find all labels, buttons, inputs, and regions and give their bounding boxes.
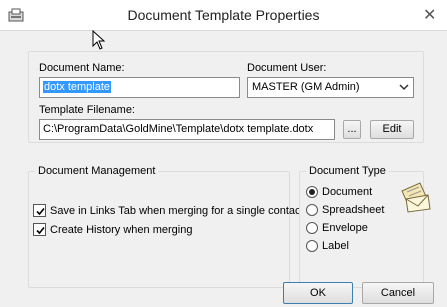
properties-group: Document Name: dotx template Document Us…	[28, 51, 424, 143]
document-name-value: dotx template	[43, 81, 112, 93]
save-in-links-checkbox-row[interactable]: Save in Links Tab when merging for a sin…	[33, 204, 304, 217]
save-in-links-label: Save in Links Tab when merging for a sin…	[50, 204, 304, 217]
letter-envelope-icon	[401, 182, 431, 213]
template-filename-label: Template Filename:	[39, 104, 135, 116]
radio-document-label: Document	[322, 186, 373, 198]
window-title: Document Template Properties	[127, 7, 320, 23]
cancel-button[interactable]: Cancel	[362, 282, 434, 304]
radio-envelope[interactable]	[306, 222, 318, 234]
create-history-checkbox[interactable]	[33, 223, 46, 236]
browse-button[interactable]: ...	[343, 120, 361, 139]
document-management-group: Document Management Save in Links Tab wh…	[28, 165, 304, 288]
radio-spreadsheet-row[interactable]: Spreadsheet	[306, 204, 384, 216]
mouse-cursor-icon	[92, 30, 106, 50]
document-user-dropdown[interactable]: MASTER (GM Admin)	[247, 77, 414, 98]
radio-label[interactable]	[306, 240, 318, 252]
template-filename-input[interactable]: C:\ProgramData\GoldMine\Template\dotx te…	[39, 119, 335, 140]
radio-document[interactable]	[306, 186, 318, 198]
dialog-body: Document Name: dotx template Document Us…	[0, 30, 447, 307]
title-bar: Document Template Properties ✕	[0, 0, 447, 30]
radio-document-row[interactable]: Document	[306, 186, 372, 198]
radio-label-row[interactable]: Label	[306, 240, 349, 252]
radio-spreadsheet[interactable]	[306, 204, 318, 216]
create-history-checkbox-row[interactable]: Create History when merging	[33, 223, 192, 236]
radio-envelope-label: Envelope	[322, 222, 368, 234]
document-management-title: Document Management	[35, 165, 159, 177]
document-user-value: MASTER (GM Admin)	[252, 81, 360, 93]
ok-button[interactable]: OK	[283, 282, 353, 304]
create-history-label: Create History when merging	[50, 223, 193, 236]
radio-envelope-row[interactable]: Envelope	[306, 222, 368, 234]
radio-spreadsheet-label: Spreadsheet	[322, 204, 385, 216]
close-button[interactable]: ✕	[410, 0, 447, 28]
radio-label-label: Label	[322, 240, 349, 252]
checkmark-icon	[36, 226, 45, 235]
document-name-label: Document Name:	[39, 62, 125, 74]
close-icon: ✕	[423, 7, 437, 24]
checkmark-icon	[36, 207, 45, 216]
save-in-links-checkbox[interactable]	[33, 204, 46, 217]
chevron-down-icon	[399, 84, 409, 91]
edit-button[interactable]: Edit	[370, 120, 414, 139]
document-type-title: Document Type	[306, 165, 389, 177]
document-user-label: Document User:	[247, 62, 327, 74]
document-name-input[interactable]: dotx template	[39, 77, 240, 98]
